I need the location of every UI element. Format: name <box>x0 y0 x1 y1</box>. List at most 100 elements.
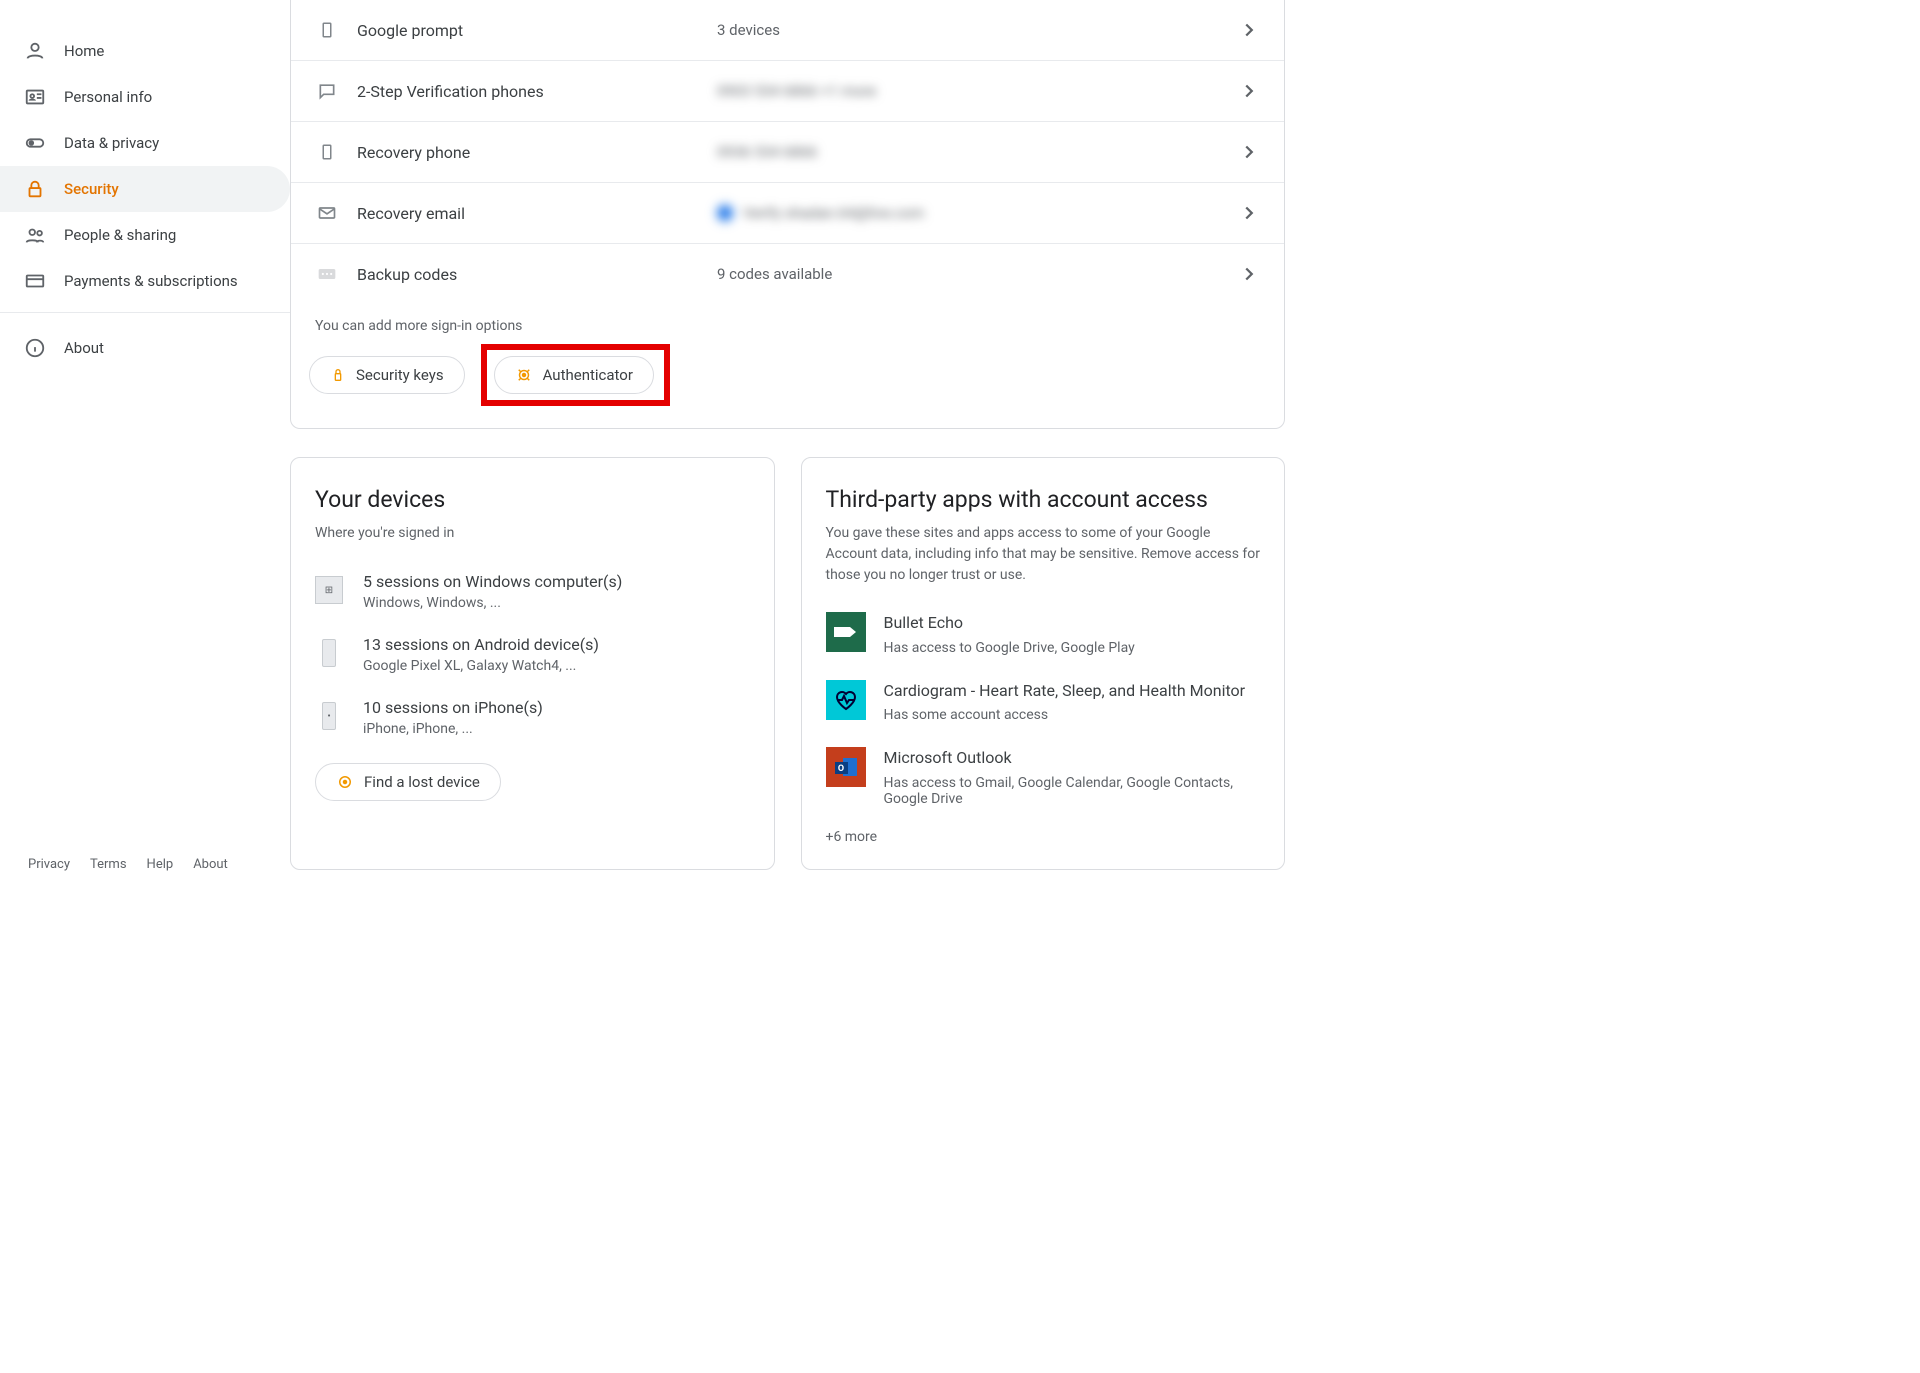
option-label: Recovery phone <box>357 143 717 162</box>
sidebar: Home Personal info Data & privacy Securi… <box>0 0 290 890</box>
app-item[interactable]: Cardiogram - Heart Rate, Sleep, and Heal… <box>826 668 1261 736</box>
thirdparty-card: Third-party apps with account access You… <box>801 457 1286 870</box>
chip-authenticator[interactable]: Authenticator <box>494 356 654 394</box>
sidebar-item-label: Personal info <box>64 88 152 106</box>
app-item[interactable]: Bullet Echo Has access to Google Drive, … <box>826 600 1261 668</box>
device-title: 10 sessions on iPhone(s) <box>363 698 543 717</box>
chip-label: Find a lost device <box>364 773 480 791</box>
option-label: Backup codes <box>357 265 717 284</box>
authenticator-icon <box>515 366 533 384</box>
target-icon <box>336 773 354 791</box>
thirdparty-desc: You gave these sites and apps access to … <box>826 523 1261 586</box>
sidebar-item-about[interactable]: About <box>0 325 290 371</box>
info-icon <box>24 337 46 359</box>
sidebar-item-label: People & sharing <box>64 226 176 244</box>
device-item[interactable]: • 10 sessions on iPhone(s) iPhone, iPhon… <box>315 686 750 749</box>
app-item[interactable]: O Microsoft Outlook Has access to Gmail,… <box>826 735 1261 819</box>
chevron-right-icon <box>1238 202 1260 224</box>
option-recovery-email[interactable]: Recovery email Verify shadan.64@live.com <box>291 182 1284 243</box>
devices-card: Your devices Where you're signed in ⊞ 5 … <box>290 457 775 870</box>
option-label: 2-Step Verification phones <box>357 82 717 101</box>
app-icon-cardiogram <box>826 680 866 720</box>
device-item[interactable]: ⊞ 5 sessions on Windows computer(s) Wind… <box>315 560 750 623</box>
option-value: 9 codes available <box>717 265 1238 283</box>
option-value: 0903 534 6866 +1 more <box>717 82 1238 100</box>
option-value: 0936 534 6866 <box>717 143 1238 161</box>
device-item[interactable]: 13 sessions on Android device(s) Google … <box>315 623 750 686</box>
footer-privacy[interactable]: Privacy <box>28 857 70 872</box>
app-sub: Has access to Google Drive, Google Play <box>884 640 1135 656</box>
phone-icon <box>315 18 339 42</box>
devices-subtitle: Where you're signed in <box>315 523 750 544</box>
devices-title: Your devices <box>315 486 750 513</box>
nav-divider <box>0 312 290 313</box>
chevron-right-icon <box>1238 80 1260 102</box>
footer-help[interactable]: Help <box>147 857 174 872</box>
app-title: Cardiogram - Heart Rate, Sleep, and Heal… <box>884 680 1246 702</box>
home-icon <box>24 40 46 62</box>
id-card-icon <box>24 86 46 108</box>
option-backup-codes[interactable]: Backup codes 9 codes available <box>291 243 1284 304</box>
windows-icon: ⊞ <box>315 576 343 604</box>
key-icon <box>330 366 346 384</box>
sidebar-item-personal-info[interactable]: Personal info <box>0 74 290 120</box>
highlight-box: Authenticator <box>481 344 670 406</box>
option-label: Recovery email <box>357 204 717 223</box>
envelope-icon <box>315 201 339 225</box>
device-title: 13 sessions on Android device(s) <box>363 635 599 654</box>
app-icon-outlook: O <box>826 747 866 787</box>
option-google-prompt[interactable]: Google prompt 3 devices <box>291 0 1284 60</box>
device-sub: Google Pixel XL, Galaxy Watch4, ... <box>363 658 599 674</box>
chip-label: Security keys <box>356 366 444 384</box>
android-phone-icon <box>322 639 336 667</box>
option-value: 3 devices <box>717 21 1238 39</box>
toggle-icon <box>24 132 46 154</box>
sidebar-item-home[interactable]: Home <box>0 28 290 74</box>
chevron-right-icon <box>1238 263 1260 285</box>
device-sub: Windows, Windows, ... <box>363 595 622 611</box>
sidebar-item-people-sharing[interactable]: People & sharing <box>0 212 290 258</box>
more-signin-section: You can add more sign-in options Securit… <box>291 304 1284 428</box>
footer-about[interactable]: About <box>193 857 228 872</box>
chevron-right-icon <box>1238 141 1260 163</box>
svg-text:O: O <box>837 764 843 774</box>
main-content: Google prompt 3 devices 2-Step Verificat… <box>290 0 1295 890</box>
app-sub: Has access to Gmail, Google Calendar, Go… <box>884 775 1261 807</box>
option-value: Verify shadan.64@live.com <box>717 204 1238 222</box>
device-sub: iPhone, iPhone, ... <box>363 721 543 737</box>
sidebar-item-payments[interactable]: Payments & subscriptions <box>0 258 290 304</box>
keypad-icon <box>315 262 339 286</box>
sidebar-item-label: Home <box>64 42 104 60</box>
credit-card-icon <box>24 270 46 292</box>
sidebar-item-label: Payments & subscriptions <box>64 272 238 290</box>
thirdparty-title: Third-party apps with account access <box>826 486 1261 513</box>
chevron-right-icon <box>1238 19 1260 41</box>
sidebar-item-label: Security <box>64 180 119 198</box>
footer-terms[interactable]: Terms <box>90 857 127 872</box>
app-icon-bullet-echo <box>826 612 866 652</box>
signin-options-card: Google prompt 3 devices 2-Step Verificat… <box>290 0 1285 429</box>
sidebar-item-label: About <box>64 339 104 357</box>
device-title: 5 sessions on Windows computer(s) <box>363 572 622 591</box>
phone-icon <box>315 140 339 164</box>
status-dot-icon <box>717 205 733 221</box>
app-sub: Has some account access <box>884 707 1246 723</box>
sidebar-item-security[interactable]: Security <box>0 166 290 212</box>
sidebar-item-data-privacy[interactable]: Data & privacy <box>0 120 290 166</box>
app-title: Bullet Echo <box>884 612 1135 634</box>
more-signin-text: You can add more sign-in options <box>309 318 1284 334</box>
sidebar-item-label: Data & privacy <box>64 134 159 152</box>
iphone-icon: • <box>322 702 336 730</box>
find-lost-device-button[interactable]: Find a lost device <box>315 763 501 801</box>
option-recovery-phone[interactable]: Recovery phone 0936 534 6866 <box>291 121 1284 182</box>
chip-label: Authenticator <box>543 366 633 384</box>
option-value-text: Verify shadan.64@live.com <box>743 204 924 222</box>
option-2sv-phones[interactable]: 2-Step Verification phones 0903 534 6866… <box>291 60 1284 121</box>
lock-icon <box>24 178 46 200</box>
footer-links: Privacy Terms Help About <box>0 857 290 890</box>
message-icon <box>315 79 339 103</box>
people-icon <box>24 224 46 246</box>
more-apps-link[interactable]: +6 more <box>826 829 1261 845</box>
app-title: Microsoft Outlook <box>884 747 1261 769</box>
chip-security-keys[interactable]: Security keys <box>309 356 465 394</box>
